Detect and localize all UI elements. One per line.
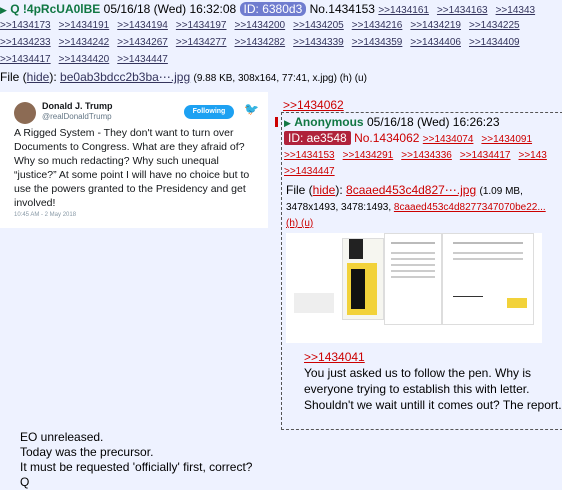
- quote-link[interactable]: >>1434041: [304, 350, 365, 364]
- post-date: 05/16/18 (Wed) 16:32:08: [103, 2, 237, 16]
- letter-page: [384, 233, 442, 325]
- reply-link[interactable]: >>1434200: [235, 20, 286, 31]
- reply-link[interactable]: >>1434197: [176, 20, 227, 31]
- poster-id[interactable]: ID: 6380d3: [239, 2, 307, 16]
- file-dimensions: 3478x1493, 3478:1493,: [286, 202, 392, 213]
- tweet-author-handle: @realDonaldTrump: [42, 112, 112, 121]
- reply-link[interactable]: >>1434191: [59, 20, 110, 31]
- reply-link[interactable]: >>1434242: [59, 37, 110, 48]
- reply-body: >>1434041 You just asked us to follow th…: [304, 349, 562, 413]
- reply-link[interactable]: >>1434409: [469, 37, 520, 48]
- file-hide-link[interactable]: hide: [27, 70, 50, 84]
- reply-link[interactable]: >>1434153: [284, 150, 335, 161]
- reply-header: ▶ Anonymous 05/16/18 (Wed) 16:26:23: [284, 115, 500, 131]
- reply-preview: ▶ Anonymous 05/16/18 (Wed) 16:26:23 ID: …: [281, 112, 562, 430]
- reply-link[interactable]: >>1434336: [401, 150, 452, 161]
- reply-links-row1: >>1434074 >>1434091: [423, 134, 540, 145]
- reply-link[interactable]: >>1434359: [352, 37, 403, 48]
- reply-link[interactable]: >>14343: [496, 5, 536, 16]
- reply-number[interactable]: No.1434062: [354, 131, 419, 145]
- letter-signature-page: [442, 233, 534, 325]
- reply-id-row: ID: ae3548 No.1434062 >>1434074 >>1434091: [284, 131, 540, 147]
- pen-photo-small: [294, 293, 334, 313]
- post-number[interactable]: No.1434153: [310, 2, 375, 16]
- twitter-bird-icon: 🐦: [244, 102, 259, 116]
- reply-links-row2: >>1434173 >>1434191 >>1434194 >>1434197 >>14…: [0, 19, 528, 33]
- tweet-image[interactable]: Donald J. Trump @realDonaldTrump Followi…: [0, 92, 268, 228]
- reply-link[interactable]: >>1434074: [423, 134, 474, 145]
- reply-link[interactable]: >>1434161: [378, 5, 429, 16]
- file-info: File (hide): be0ab3bdcc2b3ba⋯.jpg (9.88 …: [0, 70, 367, 84]
- post-line: Q: [20, 475, 30, 489]
- reply-links-row1: >>1434161 >>1434163 >>14343: [378, 5, 543, 16]
- reply-links-row4: >>1434417 >>1434420 >>1434447: [0, 53, 176, 67]
- reply-links-row3: >>1434447: [284, 165, 343, 179]
- highlight-marker: [275, 117, 278, 127]
- post-line: EO unreleased.: [20, 430, 104, 444]
- reply-link[interactable]: >>1434447: [284, 166, 335, 177]
- file-label: File (: [0, 70, 27, 84]
- reply-link[interactable]: >>1434282: [235, 37, 286, 48]
- post-body: EO unreleased. Today was the precursor. …: [20, 430, 252, 490]
- avatar: [14, 102, 36, 124]
- arrow-icon[interactable]: ▶: [0, 5, 7, 15]
- file-meta: (1.09 MB,: [479, 186, 523, 197]
- reply-link[interactable]: >>1434339: [293, 37, 344, 48]
- post-line: Today was the precursor.: [20, 445, 154, 459]
- file-name-link[interactable]: 8caaed453c4d827⋯.jpg: [346, 183, 476, 197]
- reply-file-info: File (hide): 8caaed453c4d827⋯.jpg (1.09 …: [286, 182, 546, 232]
- reply-link[interactable]: >>1434091: [481, 134, 532, 145]
- reply-link[interactable]: >>1434277: [176, 37, 227, 48]
- file-label-end: ):: [335, 183, 343, 197]
- file-meta: (9.88 KB, 308x164, 77:41, x.jpg) (h) (u): [193, 73, 367, 84]
- following-button: Following: [184, 105, 234, 119]
- reply-link[interactable]: >>1434225: [469, 20, 520, 31]
- tweet-author-name: Donald J. Trump: [42, 101, 113, 111]
- reply-link[interactable]: >>1434417: [0, 54, 51, 65]
- reply-text: You just asked us to follow the pen. Why…: [304, 366, 562, 412]
- reply-link[interactable]: >>1434205: [293, 20, 344, 31]
- reply-link[interactable]: >>1434219: [410, 20, 461, 31]
- reply-link[interactable]: >>1434447: [117, 54, 168, 65]
- poster-name: Anonymous: [294, 115, 364, 129]
- reply-date: 05/16/18 (Wed) 16:26:23: [366, 115, 500, 129]
- arrow-icon[interactable]: ▶: [284, 118, 291, 128]
- backlink[interactable]: >>1434062: [283, 98, 344, 112]
- reply-link[interactable]: >>1434163: [437, 5, 488, 16]
- file-label: File (: [286, 183, 313, 197]
- file-original-link[interactable]: 8caaed453c4d8277347070be22...: [394, 202, 546, 213]
- pen-photo: [342, 238, 384, 320]
- poster-tripcode: Q !4pRcUA0lBE: [10, 2, 101, 16]
- file-name-link[interactable]: be0ab3bdcc2b3ba⋯.jpg: [60, 70, 190, 84]
- post-line: It must be requested 'officially' first,…: [20, 460, 253, 474]
- reply-links-row3: >>1434233 >>1434242 >>1434267 >>1434277 >>14…: [0, 36, 528, 50]
- post-header: ▶ Q !4pRcUA0lBE 05/16/18 (Wed) 16:32:08 …: [0, 2, 543, 18]
- documents-thumbnail[interactable]: [286, 233, 542, 343]
- reply-links-row2: >>1434153 >>1434291 >>1434336 >>1434417 >>14…: [284, 149, 555, 163]
- tweet-date: 10:45 AM - 2 May 2018: [14, 212, 77, 218]
- file-hide-link[interactable]: hide: [313, 183, 336, 197]
- reply-link[interactable]: >>1434420: [59, 54, 110, 65]
- reply-link[interactable]: >>1434417: [460, 150, 511, 161]
- reply-link[interactable]: >>1434194: [117, 20, 168, 31]
- reply-link[interactable]: >>1434216: [352, 20, 403, 31]
- reply-link[interactable]: >>1434291: [343, 150, 394, 161]
- file-label-end: ):: [49, 70, 57, 84]
- reply-link[interactable]: >>1434267: [117, 37, 168, 48]
- reply-link[interactable]: >>1434173: [0, 20, 51, 31]
- tweet-text: A Rigged System - They don't want to tur…: [14, 127, 250, 209]
- reply-link[interactable]: >>1434406: [410, 37, 461, 48]
- reply-link[interactable]: >>1434233: [0, 37, 51, 48]
- poster-id[interactable]: ID: ae3548: [284, 131, 351, 145]
- file-hu-links[interactable]: (h) (u): [286, 218, 313, 229]
- reply-link[interactable]: >>143: [519, 150, 547, 161]
